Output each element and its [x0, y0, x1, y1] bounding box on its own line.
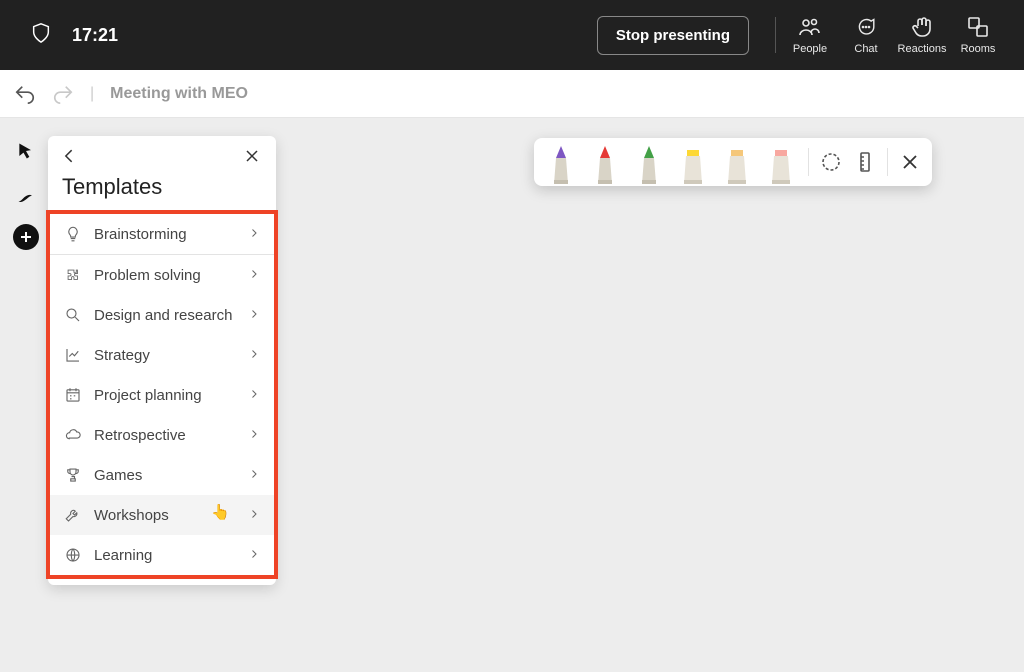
- close-pen-toolbar-button[interactable]: [898, 150, 922, 174]
- pen-0[interactable]: [544, 142, 578, 186]
- document-title[interactable]: Meeting with MEO: [110, 85, 248, 103]
- template-item-retrospective[interactable]: Retrospective: [50, 415, 274, 455]
- panel-close-button[interactable]: [242, 146, 262, 166]
- pen-toolbar: [534, 138, 932, 186]
- people-button[interactable]: People: [782, 15, 838, 55]
- template-item-label: Design and research: [94, 307, 236, 324]
- panel-back-button[interactable]: [60, 146, 80, 166]
- search-icon: [64, 306, 82, 324]
- stop-presenting-button[interactable]: Stop presenting: [597, 16, 749, 55]
- globe-icon: [64, 546, 82, 564]
- chevron-right-icon: [248, 347, 260, 364]
- ruler-button[interactable]: [853, 150, 877, 174]
- template-item-strategy[interactable]: Strategy: [50, 335, 274, 375]
- template-item-games[interactable]: Games: [50, 455, 274, 495]
- people-label: People: [793, 43, 827, 55]
- template-item-learning[interactable]: Learning: [50, 535, 274, 575]
- chat-button[interactable]: Chat: [838, 15, 894, 55]
- template-item-label: Brainstorming: [94, 226, 236, 243]
- chevron-right-icon: [248, 427, 260, 444]
- template-item-problem-solving[interactable]: Problem solving: [50, 255, 274, 295]
- calendar-icon: [64, 386, 82, 404]
- whiteboard-canvas[interactable]: Templates Brainstorming Problem solving De…: [0, 118, 1024, 672]
- template-item-label: Learning: [94, 547, 236, 564]
- chevron-right-icon: [248, 507, 260, 524]
- redo-button[interactable]: [52, 83, 74, 105]
- whiteboard-header: | Meeting with MEO: [0, 70, 1024, 118]
- left-toolstrip: [6, 136, 46, 250]
- bulb-icon: [64, 225, 82, 243]
- templates-list-highlighted: Brainstorming Problem solving Design and r…: [46, 210, 278, 579]
- separator: [808, 148, 809, 176]
- shield-icon: [30, 22, 52, 48]
- pen-2[interactable]: [632, 142, 666, 186]
- chart-icon: [64, 346, 82, 364]
- pen-1[interactable]: [588, 142, 622, 186]
- undo-button[interactable]: [14, 83, 36, 105]
- rooms-button[interactable]: Rooms: [950, 15, 1006, 55]
- trophy-icon: [64, 466, 82, 484]
- puzzle-icon: [64, 266, 82, 284]
- chat-label: Chat: [854, 43, 877, 55]
- lasso-button[interactable]: [819, 150, 843, 174]
- template-item-label: Retrospective: [94, 427, 236, 444]
- template-item-label: Problem solving: [94, 267, 236, 284]
- chevron-right-icon: [248, 547, 260, 564]
- reactions-label: Reactions: [898, 43, 947, 55]
- template-item-label: Strategy: [94, 347, 236, 364]
- template-item-brainstorming[interactable]: Brainstorming: [50, 214, 274, 255]
- chevron-right-icon: [248, 226, 260, 243]
- pen-5[interactable]: [764, 142, 798, 186]
- chevron-right-icon: [248, 467, 260, 484]
- separator: |: [90, 85, 94, 103]
- separator: [775, 17, 776, 53]
- ink-tool[interactable]: [11, 180, 41, 210]
- add-tool[interactable]: [13, 224, 39, 250]
- pen-4[interactable]: [720, 142, 754, 186]
- template-item-label: Project planning: [94, 387, 236, 404]
- reactions-button[interactable]: Reactions: [894, 15, 950, 55]
- rooms-label: Rooms: [961, 43, 996, 55]
- pen-3[interactable]: [676, 142, 710, 186]
- chevron-right-icon: [248, 387, 260, 404]
- cursor-icon: 👆: [211, 503, 230, 521]
- separator: [887, 148, 888, 176]
- template-item-project-planning[interactable]: Project planning: [50, 375, 274, 415]
- meeting-time: 17:21: [72, 25, 118, 46]
- chevron-right-icon: [248, 267, 260, 284]
- panel-title: Templates: [48, 172, 276, 210]
- wrench-icon: [64, 506, 82, 524]
- template-item-workshops[interactable]: Workshops👆: [50, 495, 274, 535]
- meeting-topbar: 17:21 Stop presenting People Chat Reacti…: [0, 0, 1024, 70]
- chevron-right-icon: [248, 307, 260, 324]
- templates-panel: Templates Brainstorming Problem solving De…: [48, 136, 276, 585]
- template-item-label: Games: [94, 467, 236, 484]
- select-tool[interactable]: [11, 136, 41, 166]
- template-item-design-and-research[interactable]: Design and research: [50, 295, 274, 335]
- cloud-icon: [64, 426, 82, 444]
